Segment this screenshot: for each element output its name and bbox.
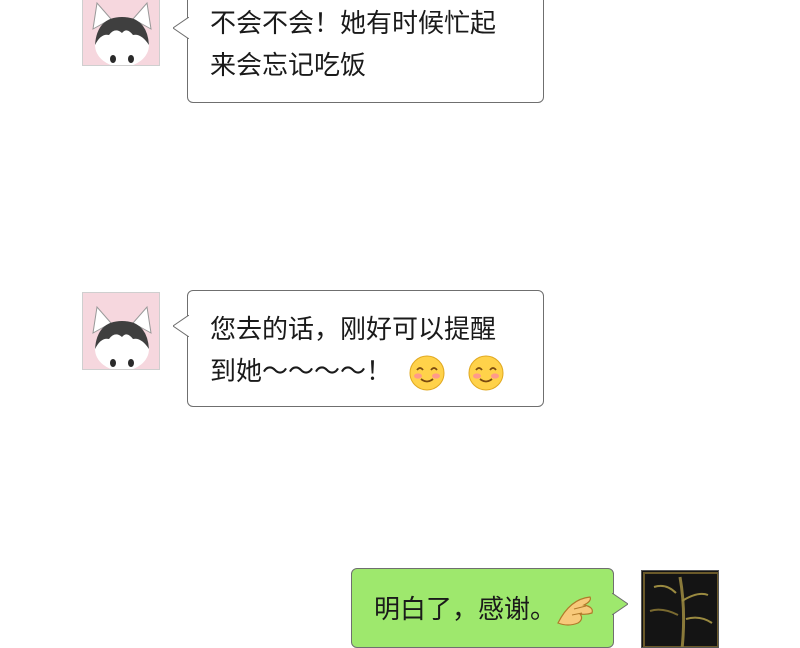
cat-ear-girl-avatar-icon (83, 0, 159, 65)
cat-ear-girl-avatar-icon (83, 293, 159, 369)
message-bubble[interactable]: 明白了，感谢。 (351, 568, 628, 648)
message-text-line: 您去的话，刚好可以提醒 (210, 315, 497, 345)
bamboo-painting-avatar-icon (642, 571, 718, 647)
bubble-tail (173, 17, 189, 39)
message-text: 到她～～～～！ (210, 357, 393, 387)
pointing-hand-icon (557, 595, 593, 626)
bubble-tail (173, 315, 189, 337)
message-text-line: 到她～～～～！ (210, 351, 543, 393)
message-text: 明白了，感谢。 (374, 595, 557, 625)
my-avatar[interactable] (641, 570, 719, 648)
friend-avatar[interactable] (82, 0, 160, 66)
message-text-line: 来会忘记吃饭 (210, 51, 367, 81)
message-text-line: 不会不会！她有时候忙起 (210, 9, 497, 39)
smiling-blush-icon (468, 355, 504, 390)
bubble-tail (612, 593, 628, 615)
smiling-blush-icon (409, 355, 445, 390)
message-text-line: 明白了，感谢。 (374, 569, 613, 631)
message-bubble[interactable]: 不会不会！她有时候忙起 来会忘记吃饭 (173, 0, 544, 103)
friend-avatar[interactable] (82, 292, 160, 370)
message-bubble[interactable]: 您去的话，刚好可以提醒 到她～～～～！ (173, 290, 544, 407)
